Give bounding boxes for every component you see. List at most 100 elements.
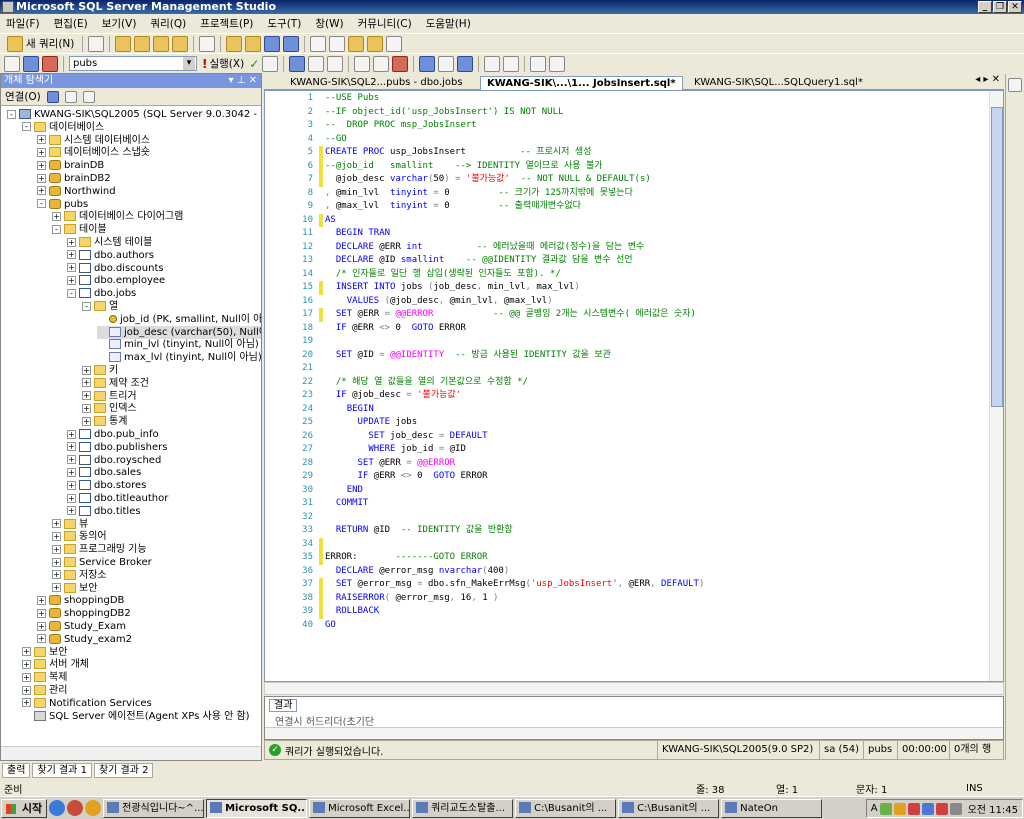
minimize-icon[interactable]: _ — [978, 1, 992, 13]
tree-node[interactable]: + dbo.titleauthor — [67, 492, 168, 505]
tab-controls[interactable]: ◂ ▸ ✕ — [975, 74, 1000, 85]
tree-node[interactable]: + brainDB2 — [37, 172, 111, 185]
code-line[interactable]: SET job_desc = DEFAULT — [325, 430, 487, 444]
change-connection-icon[interactable] — [23, 55, 39, 72]
refresh-icon[interactable] — [46, 90, 59, 103]
code-line[interactable]: -- DROP PROC msp_JobsInsert — [325, 119, 477, 133]
results-to-text-icon[interactable] — [392, 55, 409, 72]
code-line[interactable]: BEGIN TRAN — [325, 227, 390, 241]
dmx-query-icon[interactable] — [172, 35, 189, 52]
execute-button[interactable]: ! 실행(X) — [200, 56, 246, 71]
tree-node[interactable]: + 복제 — [22, 671, 67, 684]
object-explorer-icon[interactable] — [329, 35, 346, 52]
expand-icon[interactable]: + — [37, 173, 46, 183]
tree-node[interactable]: + 시스템 테이블 — [67, 236, 152, 249]
new-query-button[interactable]: 새 쿼리(N) — [4, 35, 77, 52]
tree-node[interactable]: + 서버 개체 — [22, 658, 89, 671]
tree-node[interactable]: + dbo.sales — [67, 466, 141, 479]
tree-node[interactable]: + 제약 조건 — [82, 377, 149, 390]
expand-icon[interactable]: + — [37, 595, 46, 605]
expand-icon[interactable]: + — [37, 621, 46, 631]
tree-node[interactable]: - dbo.jobs — [67, 287, 136, 300]
desktop-icon[interactable] — [67, 800, 84, 816]
expand-icon[interactable]: + — [67, 237, 76, 247]
code-line[interactable]: GO — [325, 619, 336, 633]
tray-icon[interactable] — [949, 802, 962, 815]
tree-node[interactable]: + 프로그래밍 기능 — [52, 543, 147, 556]
tree-node[interactable]: SQL Server 에이전트(Agent XPs 사용 안 함) — [22, 710, 250, 723]
increase-indent-icon[interactable] — [530, 55, 547, 72]
tree-node[interactable]: + 동의어 — [52, 530, 107, 543]
expand-icon[interactable]: + — [67, 275, 76, 285]
tree-node[interactable]: - KWANG-SIK\SQL2005 (SQL Server 9.0.3042 … — [7, 108, 261, 121]
editor-horizontal-scrollbar[interactable] — [264, 682, 1004, 695]
tree-node[interactable]: + shoppingDB — [37, 594, 124, 607]
disconnect-icon[interactable] — [42, 55, 58, 72]
tree-node[interactable]: + 뷰 — [52, 518, 88, 531]
save-all-icon[interactable] — [283, 35, 300, 52]
decrease-indent-icon[interactable] — [503, 55, 520, 72]
code-line[interactable]: , @min_lvl tinyint = 0 -- 크기가 125까지밖에 못넣… — [325, 187, 633, 201]
ie-icon[interactable] — [49, 800, 66, 816]
expand-icon[interactable]: + — [67, 506, 76, 516]
menu-file[interactable]: 파일(F) — [6, 16, 40, 31]
expand-icon[interactable]: + — [22, 685, 31, 695]
pin-icon[interactable]: ▾ ⊥ ✕ — [229, 74, 257, 88]
expand-icon[interactable]: + — [67, 263, 76, 273]
expand-icon[interactable]: + — [52, 519, 61, 529]
database-select[interactable]: pubs — [69, 56, 197, 71]
taskbar-task[interactable]: C:\Busanit의 ... — [618, 798, 720, 818]
tree-node[interactable]: + 통계 — [82, 415, 127, 428]
expand-icon[interactable]: + — [22, 698, 31, 708]
tray-icon[interactable] — [893, 802, 906, 815]
expand-icon[interactable]: + — [52, 544, 61, 554]
expand-icon[interactable]: + — [37, 147, 46, 157]
code-line[interactable]: INSERT INTO jobs (job_desc, min_lvl, max… — [325, 281, 580, 295]
database-engine-query-icon[interactable] — [115, 35, 132, 52]
display-plan-icon[interactable] — [289, 55, 306, 72]
tree-node[interactable]: + 보안 — [52, 582, 97, 595]
collapse-icon[interactable]: - — [37, 199, 46, 209]
connect-icon[interactable] — [4, 55, 20, 72]
tree-node[interactable]: + Notification Services — [22, 697, 152, 710]
restore-icon[interactable]: ❐ — [993, 1, 1007, 13]
code-line[interactable]: DECLARE @error_msg nvarchar(400) — [325, 565, 509, 579]
code-line[interactable]: IF @job_desc = '불가능값' — [325, 389, 461, 403]
code-line[interactable]: CREATE PROC usp_JobsInsert -- 프로시저 생성 — [325, 146, 591, 160]
collapse-icon[interactable]: - — [7, 109, 16, 119]
results-to-file-icon[interactable] — [438, 55, 455, 72]
uncomment-icon[interactable] — [484, 55, 501, 72]
tree-node[interactable]: + dbo.employee — [67, 274, 165, 287]
taskbar-task[interactable]: 전광식입니다~^... — [103, 798, 205, 818]
code-line[interactable]: SET @ERR = @@ERROR — [325, 457, 456, 471]
expand-icon[interactable]: + — [67, 493, 76, 503]
expand-icon[interactable]: + — [52, 583, 61, 593]
specify-values-icon[interactable] — [327, 55, 344, 72]
xmla-query-icon[interactable] — [199, 35, 216, 52]
menu-tools[interactable]: 도구(T) — [267, 16, 301, 31]
expand-icon[interactable]: + — [37, 608, 46, 618]
close-icon[interactable]: ✕ — [1008, 1, 1022, 13]
tab-find-results-1[interactable]: 찾기 결과 1 — [32, 762, 92, 778]
tree-node[interactable]: - pubs — [37, 198, 88, 211]
menu-query[interactable]: 쿼리(Q) — [150, 16, 186, 31]
code-line[interactable]: --@job_id smallint --> IDENTITY 열이므로 사용 … — [325, 160, 603, 174]
tab-find-results-2[interactable]: 찾기 결과 2 — [93, 762, 154, 778]
open-project-icon[interactable] — [245, 35, 262, 52]
mdx-query-icon[interactable] — [153, 35, 170, 52]
properties-icon[interactable] — [386, 35, 403, 52]
tree-node[interactable]: + dbo.authors — [67, 249, 154, 262]
expand-icon[interactable]: + — [52, 557, 61, 567]
code-line[interactable]: COMMIT — [325, 497, 369, 511]
menu-help[interactable]: 도움말(H) — [426, 16, 471, 31]
analysis-query-icon[interactable] — [134, 35, 151, 52]
collapse-icon[interactable]: - — [22, 122, 31, 132]
expand-icon[interactable]: + — [37, 634, 46, 644]
expand-icon[interactable]: + — [22, 659, 31, 669]
tree-node[interactable]: + dbo.titles — [67, 505, 141, 518]
new-file-icon[interactable] — [88, 35, 105, 52]
code-line[interactable]: RAISERROR( @error_msg, 16, 1 ) — [325, 592, 499, 606]
toolbar-options-icon[interactable] — [549, 55, 566, 72]
code-line[interactable]: @job_desc varchar(50) = '불가능값' -- NOT NU… — [325, 173, 651, 187]
sql-editor[interactable]: 1 2 3 4 5 6 7 8 9 10 11 12 13 14 15 16 17 18 19 20 21 22 23 24 2… — [264, 90, 1004, 682]
